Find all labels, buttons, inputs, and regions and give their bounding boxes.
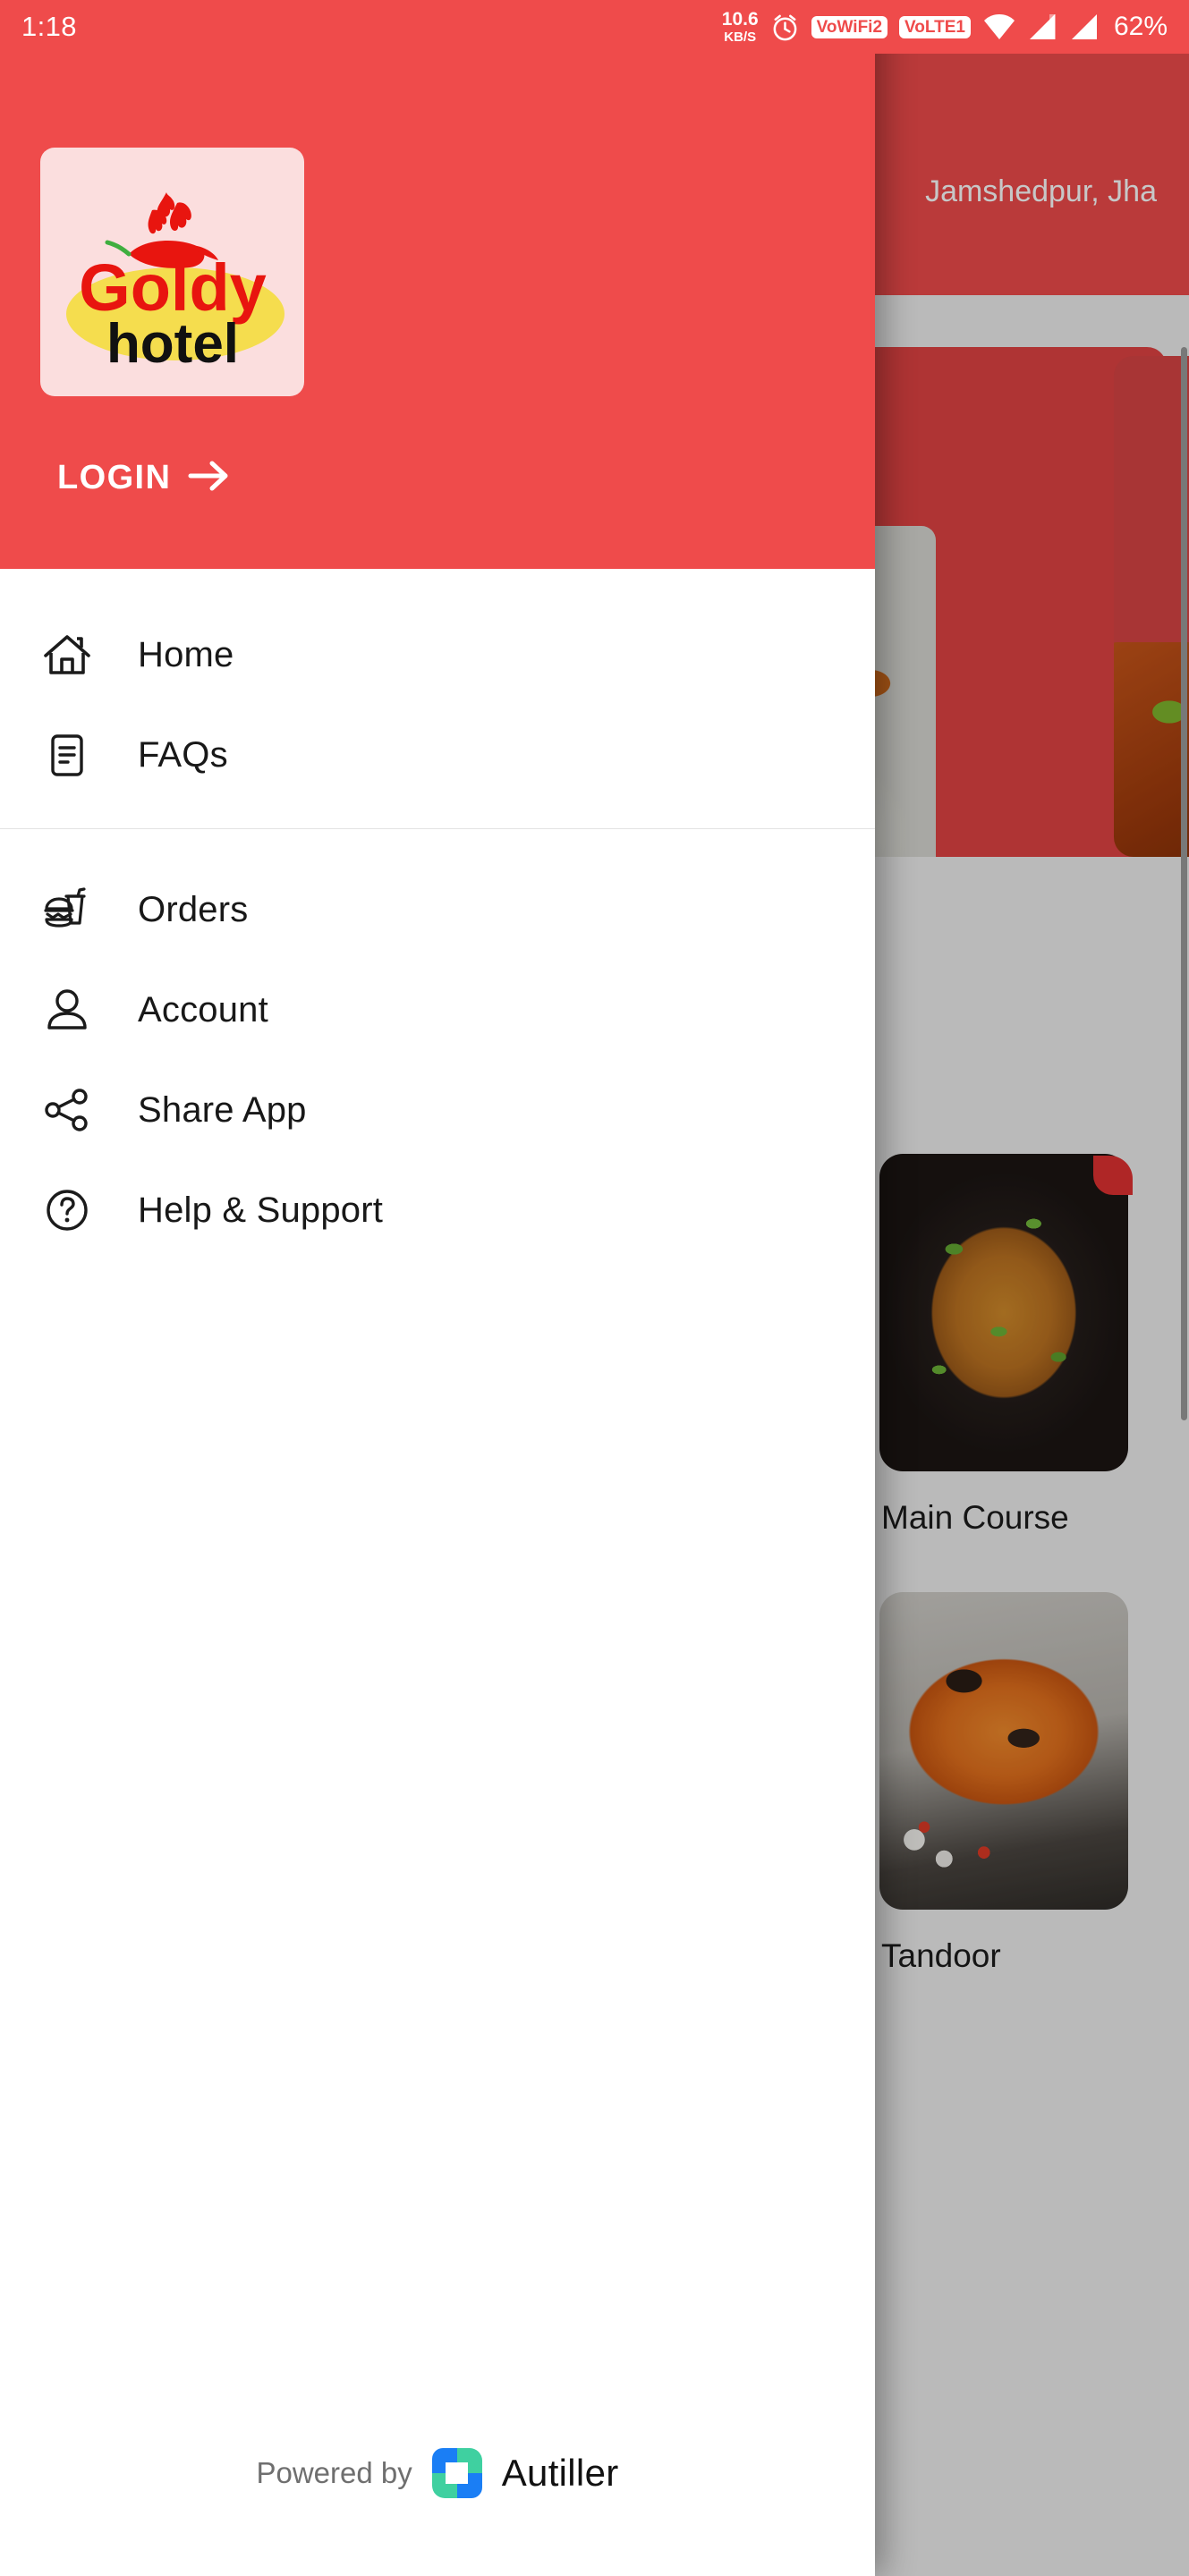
status-bar: 1:18 10.6 KB/S VoWiFi2 VoLTE1 62% <box>0 0 1189 54</box>
brand-logo-card: Goldy hotel <box>40 148 304 396</box>
drawer-item-account[interactable]: Account <box>0 960 875 1060</box>
drawer-item-home[interactable]: Home <box>0 605 875 705</box>
goldy-hotel-logo: Goldy hotel <box>52 160 293 384</box>
svg-text:hotel: hotel <box>106 313 238 375</box>
wifi-icon <box>982 13 1016 41</box>
person-icon <box>39 982 95 1038</box>
volte-badge: VoLTE1 <box>899 15 971 38</box>
share-nodes-icon <box>39 1082 95 1138</box>
status-clock: 1:18 <box>21 11 77 42</box>
network-speed-value: 10.6 <box>721 9 759 30</box>
signal-bars-icon <box>1028 13 1058 41</box>
burger-drink-icon <box>39 882 95 937</box>
drawer-footer: Powered by Autiller <box>0 2370 875 2576</box>
drawer-item-account-label: Account <box>138 989 268 1030</box>
drawer-item-orders[interactable]: Orders <box>0 860 875 960</box>
drawer-item-faqs-label: FAQs <box>138 734 228 775</box>
login-button[interactable]: LOGIN <box>57 458 232 498</box>
signal-bars-icon <box>1070 13 1100 41</box>
document-lines-icon <box>39 727 95 783</box>
app-screen: Jamshedpur, Jha Goldy hotel Main Cour <box>0 0 1189 2576</box>
autiller-brand-name: Autiller <box>501 2452 619 2494</box>
drawer-menu-secondary: Orders Account Share App Help & Support <box>0 829 875 1260</box>
drawer-item-orders-label: Orders <box>138 889 249 929</box>
drawer-item-share-app-label: Share App <box>138 1089 307 1130</box>
drawer-item-home-label: Home <box>138 634 234 674</box>
network-speed-unit: KB/S <box>724 30 757 45</box>
login-button-label: LOGIN <box>57 459 172 496</box>
vowifi-badge: VoWiFi2 <box>811 15 888 38</box>
drawer-item-share-app[interactable]: Share App <box>0 1060 875 1160</box>
home-icon <box>39 627 95 682</box>
navigation-drawer: Goldy hotel LOGIN Home FAQs Orders Accou… <box>0 0 875 2576</box>
drawer-item-faqs[interactable]: FAQs <box>0 705 875 805</box>
question-circle-icon <box>39 1182 95 1238</box>
drawer-menu-primary: Home FAQs <box>0 569 875 828</box>
status-icons-group: 10.6 KB/S VoWiFi2 VoLTE1 62% <box>722 10 1168 44</box>
drawer-item-help-support-label: Help & Support <box>138 1190 384 1230</box>
alarm-clock-icon <box>770 13 800 42</box>
powered-by-label: Powered by <box>256 2456 412 2489</box>
arrow-right-icon <box>187 458 232 498</box>
drawer-item-help-support[interactable]: Help & Support <box>0 1160 875 1260</box>
battery-percent-label: 62% <box>1113 12 1168 41</box>
drawer-header: Goldy hotel LOGIN <box>0 0 875 569</box>
network-speed-indicator: 10.6 KB/S <box>722 10 759 44</box>
autiller-logo-icon <box>431 2448 482 2498</box>
